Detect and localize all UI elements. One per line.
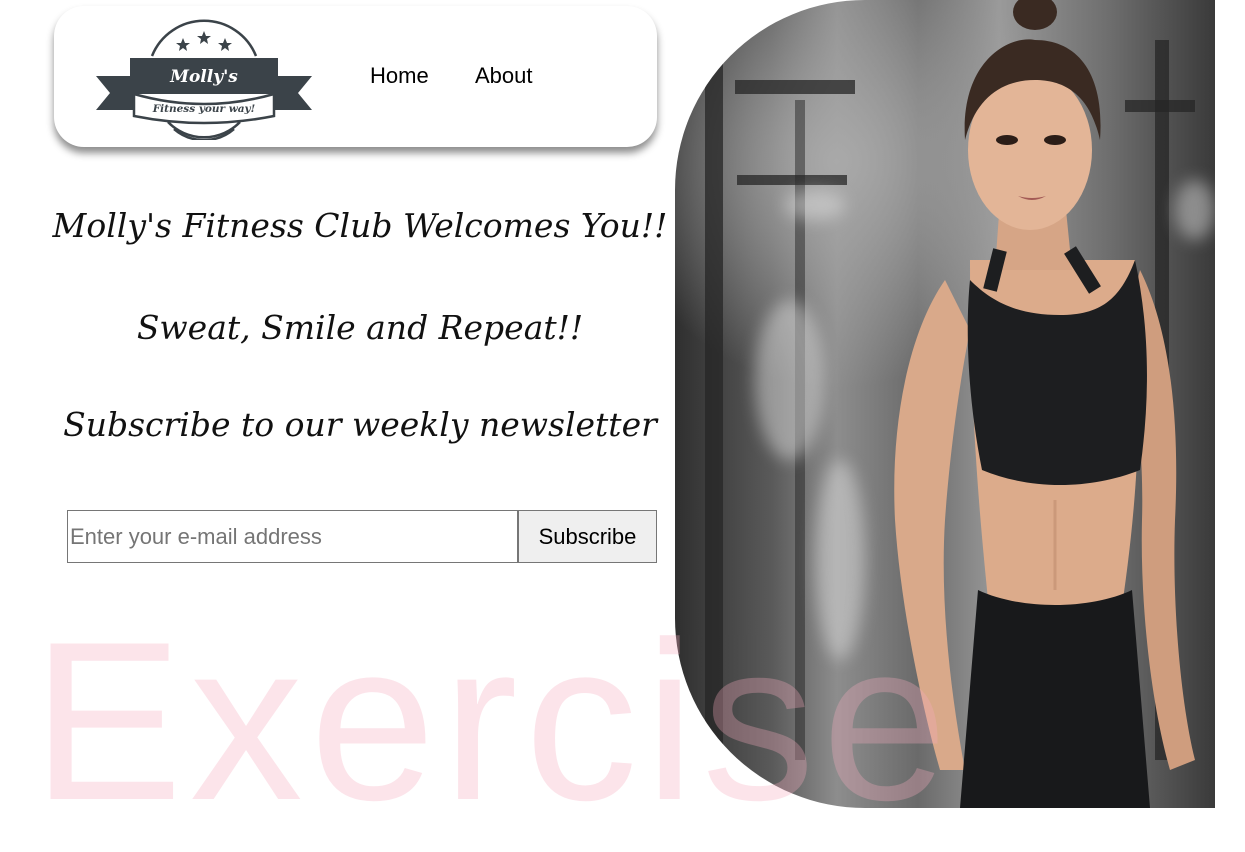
brand-tagline: Fitness your way! (152, 103, 256, 115)
welcome-heading: Molly's Fitness Club Welcomes You!! (52, 206, 668, 245)
navbar: Molly's Fitness your way! Home About (54, 6, 657, 147)
hero-photo (675, 0, 1215, 808)
nav-about-link[interactable]: About (475, 63, 533, 89)
newsletter-heading: Subscribe to our weekly newsletter (63, 405, 657, 444)
brand-logo[interactable]: Molly's Fitness your way! (94, 12, 314, 140)
nav-home-link[interactable]: Home (370, 63, 429, 89)
athlete-figure (894, 0, 1195, 808)
motto-heading: Sweat, Smile and Repeat!! (136, 308, 584, 347)
star-icon (176, 31, 232, 51)
brand-name: Molly's (169, 67, 238, 87)
email-field[interactable] (67, 510, 518, 563)
subscribe-button[interactable]: Subscribe (518, 510, 657, 563)
